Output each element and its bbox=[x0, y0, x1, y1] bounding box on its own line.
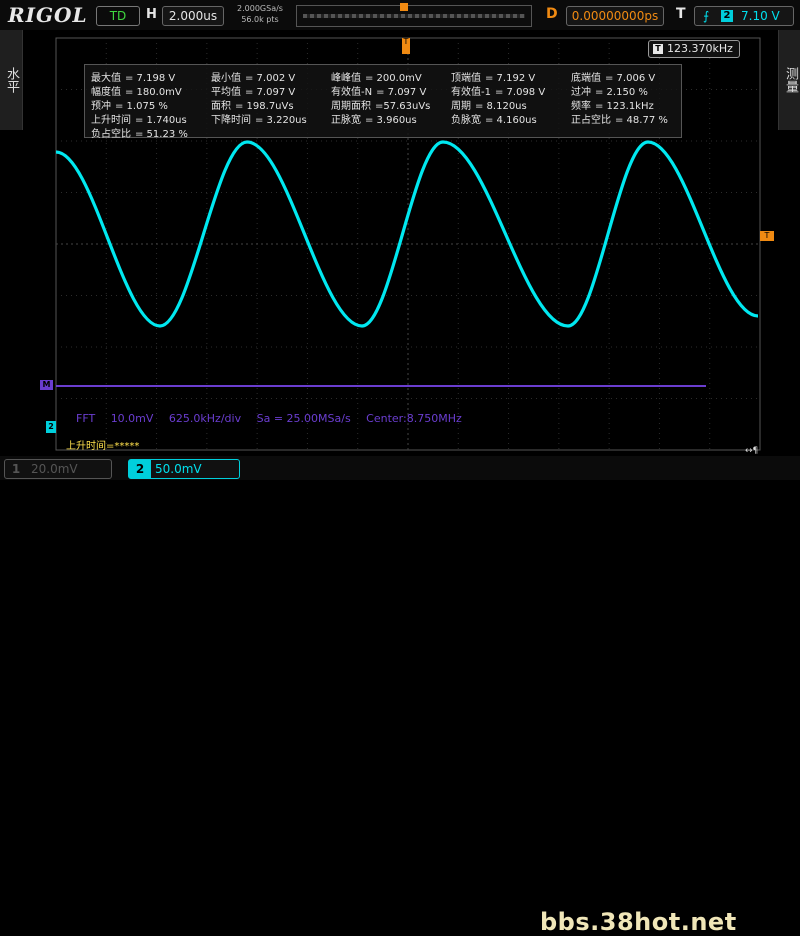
frequency-value: 123.370kHz bbox=[667, 42, 733, 55]
measurement-item: 有效值-1 = 7.098 V bbox=[451, 83, 545, 98]
memory-waveform-preview bbox=[303, 14, 525, 18]
measurement-label: 负占空比 bbox=[91, 129, 131, 140]
measurement-label: 下降时间 bbox=[211, 115, 251, 126]
trigger-label: T bbox=[676, 6, 686, 22]
channel2-trace bbox=[55, 140, 759, 328]
math-offset-marker[interactable]: M bbox=[40, 380, 53, 390]
run-state-button[interactable]: TD bbox=[96, 6, 140, 26]
channel2-scale: 50.0mV bbox=[155, 462, 202, 476]
measurement-item: 最大值 = 7.198 V bbox=[91, 69, 175, 84]
channel-bar: 1 20.0mV 2 50.0mV bbs.38hot.net bbox=[0, 456, 800, 936]
measurement-item: 上升时间 = 1.740us bbox=[91, 111, 187, 126]
fft-scale: 10.0mV bbox=[110, 412, 154, 425]
measurement-item: 顶端值 = 7.192 V bbox=[451, 69, 535, 84]
trigger-level-marker[interactable]: T bbox=[760, 231, 774, 241]
brand-logo: RIGOL bbox=[8, 3, 88, 27]
watermark: bbs.38hot.net bbox=[540, 908, 737, 936]
measurement-item: 负脉宽 = 4.160us bbox=[451, 111, 537, 126]
trigger-channel-badge: 2 bbox=[721, 10, 733, 22]
measurement-value: = 3.960us bbox=[365, 115, 417, 126]
channel1-box[interactable]: 1 20.0mV bbox=[4, 459, 112, 479]
memory-depth: 56.0k pts bbox=[241, 15, 279, 24]
measurement-value: = 48.77 % bbox=[615, 115, 668, 126]
trigger-level: 7.10 V bbox=[741, 9, 780, 23]
fft-center: Center:8.750MHz bbox=[366, 412, 462, 425]
measurement-item: 过冲 = 2.150 % bbox=[571, 83, 648, 98]
trigger-icon: T bbox=[653, 44, 663, 54]
channel-offset-marker[interactable]: 2 bbox=[46, 421, 56, 433]
measurement-item: 下降时间 = 3.220us bbox=[211, 111, 307, 126]
measurement-item: 最小值 = 7.002 V bbox=[211, 69, 295, 84]
fft-sample-rate: Sa = 25.00MSa/s bbox=[256, 412, 351, 425]
frequency-counter: T 123.370kHz bbox=[648, 40, 740, 58]
sample-rate: 2.000GSa/s bbox=[237, 4, 283, 13]
measurement-item: 正脉宽 = 3.960us bbox=[331, 111, 417, 126]
measurement-panel: 最大值 = 7.198 V 最小值 = 7.002 V 峰峰值 = 200.0mV 顶端值 =… bbox=[84, 64, 682, 140]
rise-time-hint: 上升时间=***** bbox=[66, 441, 140, 452]
measurement-item: 预冲 = 1.075 % bbox=[91, 97, 168, 112]
zoom-icon: ↔¶ bbox=[745, 446, 759, 456]
trigger-position-marker[interactable]: T bbox=[402, 38, 410, 54]
measurement-label: 负脉宽 bbox=[451, 115, 481, 126]
channel2-number: 2 bbox=[129, 460, 151, 478]
measurement-label: 正脉宽 bbox=[331, 115, 361, 126]
memory-trigger-marker bbox=[400, 3, 408, 11]
measurement-item: 有效值-N = 7.097 V bbox=[331, 83, 426, 98]
measurement-value: = 51.23 % bbox=[135, 129, 188, 140]
measurement-item: 周期 = 8.120us bbox=[451, 97, 527, 112]
channel2-box[interactable]: 2 50.0mV bbox=[128, 459, 240, 479]
measurement-item: 负占空比 = 51.23 % bbox=[91, 125, 188, 140]
measurement-item: 面积 = 198.7uVs bbox=[211, 97, 294, 112]
channel1-scale: 20.0mV bbox=[31, 462, 78, 476]
rising-edge-icon: ⨍ bbox=[703, 9, 710, 23]
acquisition-info: 2.000GSa/s 56.0k pts bbox=[230, 3, 290, 25]
delay-display[interactable]: 0.00000000ps bbox=[566, 6, 664, 26]
trigger-settings[interactable]: ⨍ 2 7.10 V bbox=[694, 6, 794, 26]
fft-label: FFT bbox=[76, 412, 96, 425]
channel1-number: 1 bbox=[11, 462, 21, 476]
fft-info: FFT 10.0mV 625.0kHz/div Sa = 25.00MSa/s … bbox=[76, 412, 474, 425]
memory-overview-bar[interactable] bbox=[296, 3, 532, 27]
measurement-label: 正占空比 bbox=[571, 115, 611, 126]
measurement-item: 频率 = 123.1kHz bbox=[571, 97, 654, 112]
measurement-value: = 4.160us bbox=[485, 115, 537, 126]
measurement-item: 平均值 = 7.097 V bbox=[211, 83, 295, 98]
measurement-item: 峰峰值 = 200.0mV bbox=[331, 69, 422, 84]
timebase-display[interactable]: 2.000us bbox=[162, 6, 224, 26]
measurement-item: 幅度值 = 180.0mV bbox=[91, 83, 182, 98]
measurement-value: = 3.220us bbox=[255, 115, 307, 126]
measurement-item: 正占空比 = 48.77 % bbox=[571, 111, 668, 126]
horizontal-label: H bbox=[146, 7, 157, 22]
delay-label: D bbox=[546, 6, 558, 22]
measurement-item: 底端值 = 7.006 V bbox=[571, 69, 655, 84]
measurement-item: 周期面积 =57.63uVs bbox=[331, 97, 430, 112]
fft-freq-div: 625.0kHz/div bbox=[168, 412, 242, 425]
top-status-bar: RIGOL TD H 2.000us 2.000GSa/s 56.0k pts … bbox=[0, 0, 800, 30]
